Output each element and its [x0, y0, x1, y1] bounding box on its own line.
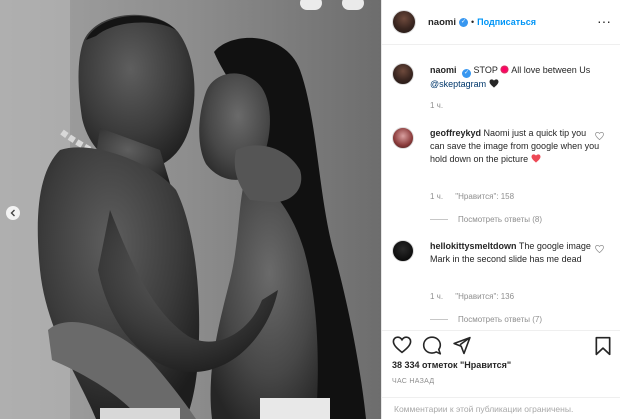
caption-username[interactable]: naomi	[430, 65, 457, 75]
comment-time[interactable]: 1 ч.	[430, 292, 443, 301]
view-replies-button[interactable]: Посмотреть ответы (7)	[430, 315, 542, 324]
view-replies-label: Посмотреть ответы (8)	[458, 215, 543, 224]
header-username[interactable]: naomi	[428, 17, 456, 28]
post-header: naomi ✓ • Подписаться ···	[382, 0, 620, 45]
prev-slide-button[interactable]	[6, 206, 20, 220]
caption-text-end: All love between Us	[511, 65, 591, 75]
top-control-1[interactable]	[300, 0, 322, 10]
red-heart-icon	[531, 154, 541, 163]
likes-count[interactable]: 38 334 отметок "Нравится"	[392, 360, 511, 370]
post-timestamp[interactable]: ЧАС НАЗАД	[392, 378, 434, 385]
follow-button[interactable]: Подписаться	[477, 17, 536, 27]
comment-text: hellokittysmeltdown The google image Mar…	[430, 240, 602, 266]
more-icon[interactable]: ···	[597, 13, 611, 29]
share-icon[interactable]	[452, 336, 472, 355]
comment-icon[interactable]	[422, 336, 442, 355]
comment-username[interactable]: hellokittysmeltdown	[430, 241, 517, 251]
caption-text: naomi ✓ STOP All love between Us @skepta…	[430, 64, 602, 91]
replies-divider	[430, 319, 448, 320]
action-bar	[382, 330, 620, 360]
comment-likes[interactable]: "Нравится": 158	[455, 192, 514, 201]
comment-likes[interactable]: "Нравится": 136	[455, 292, 514, 301]
comment-time[interactable]: 1 ч.	[430, 192, 443, 201]
comment-avatar[interactable]	[392, 240, 414, 262]
comment-avatar[interactable]	[392, 127, 414, 149]
caption-meta: 1 ч.	[430, 101, 453, 110]
comments-list[interactable]: naomi ✓ STOP All love between Us @skepta…	[382, 46, 620, 330]
bookmark-icon[interactable]	[594, 336, 612, 356]
heart-icon[interactable]	[392, 336, 412, 354]
comments-closed-notice: Комментарии к этой публикации ограничены…	[382, 397, 620, 419]
like-comment-heart-icon[interactable]	[595, 132, 604, 140]
top-control-2[interactable]	[342, 0, 364, 10]
chevron-left-icon	[10, 209, 15, 217]
comment-text: geoffreykyd Naomi just a quick tip you c…	[430, 127, 602, 166]
comment-meta: 1 ч. "Нравится": 158	[430, 192, 524, 201]
comment-meta: 1 ч. "Нравится": 136	[430, 292, 524, 301]
side-panel: naomi ✓ • Подписаться ··· naomi ✓ STOP A…	[381, 0, 620, 419]
header-separator: •	[470, 17, 475, 27]
caption-mention[interactable]: @skeptagram	[430, 79, 486, 89]
caption-text-start: STOP	[473, 65, 498, 75]
comment-username[interactable]: geoffreykyd	[430, 128, 481, 138]
post-photo[interactable]	[0, 0, 381, 419]
verified-icon: ✓	[462, 69, 472, 78]
caption-avatar[interactable]	[392, 63, 414, 85]
view-replies-label: Посмотреть ответы (7)	[458, 315, 543, 324]
view-replies-button[interactable]: Посмотреть ответы (8)	[430, 215, 542, 224]
verified-icon: ✓	[458, 17, 468, 27]
stop-icon	[500, 65, 509, 74]
replies-divider	[430, 219, 448, 220]
like-comment-heart-icon[interactable]	[595, 245, 604, 253]
photo-image	[0, 0, 381, 419]
black-heart-icon	[489, 79, 499, 88]
caption-time[interactable]: 1 ч.	[430, 101, 443, 110]
avatar[interactable]	[392, 10, 416, 34]
